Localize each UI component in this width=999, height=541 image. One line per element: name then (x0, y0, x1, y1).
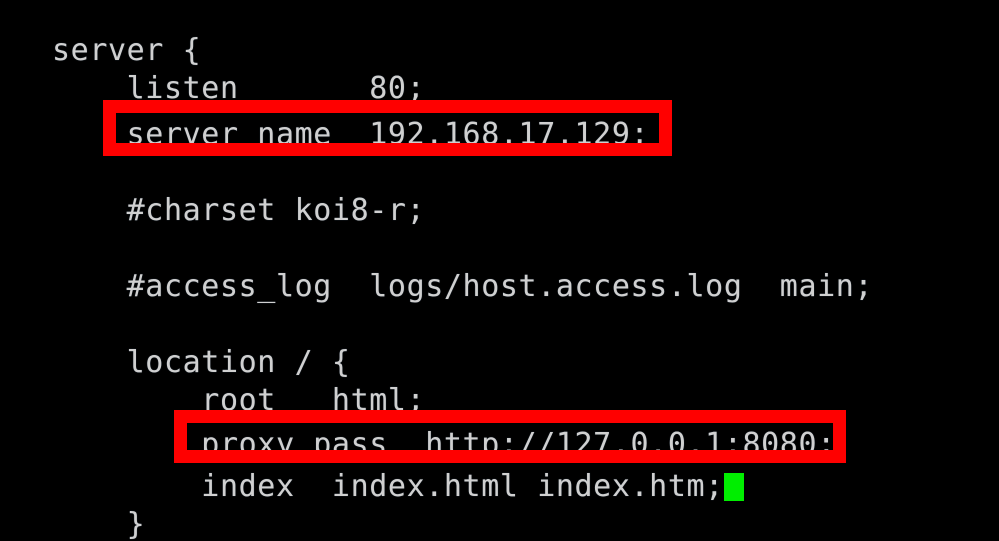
line-server-name: server_name 192.168.17.129; (52, 117, 650, 152)
terminal-screen: server { listen 80; server_name 192.168.… (0, 0, 999, 541)
line-access-log: #access_log logs/host.access.log main; (52, 269, 874, 304)
text-cursor (723, 473, 744, 501)
line-listen: listen 80; (52, 71, 426, 106)
line-index: index index.html index.htm; (52, 462, 744, 512)
line-root: root html; (52, 383, 426, 418)
nginx-config-text[interactable]: server { listen 80; server_name 192.168.… (0, 0, 999, 541)
line-location-close: } (52, 507, 146, 541)
line-charset: #charset koi8-r; (52, 193, 426, 228)
